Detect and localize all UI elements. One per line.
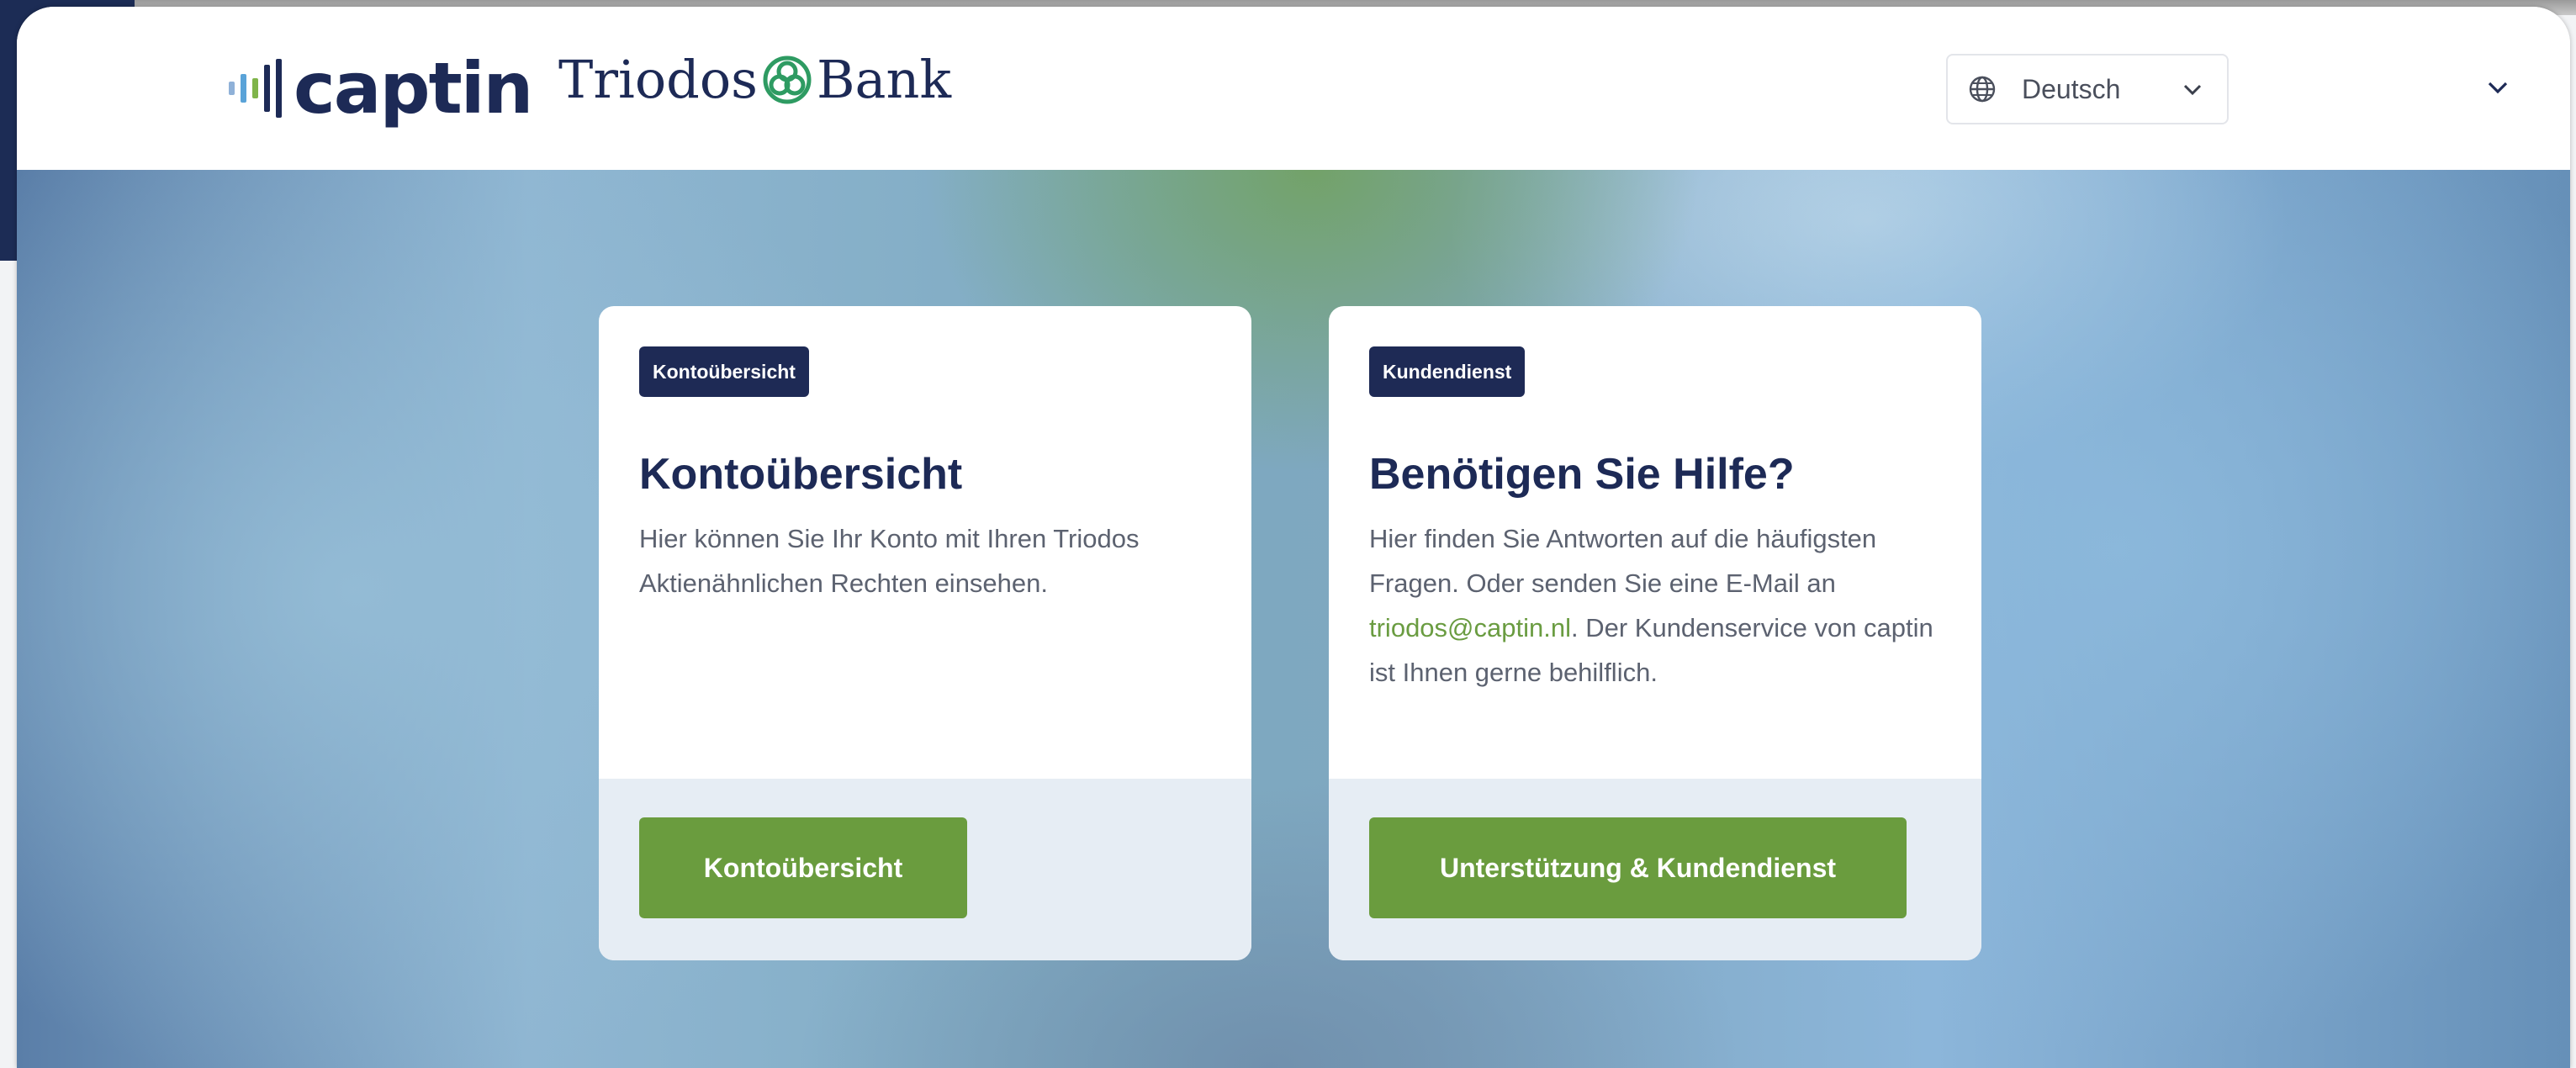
triodos-logo-text: Triodos (558, 49, 758, 110)
card-title: Kontoübersicht (639, 450, 963, 499)
language-select-value: Deutsch (2022, 73, 2121, 104)
language-select[interactable]: Deutsch (1946, 54, 2229, 124)
account-overview-button[interactable]: Kontoübersicht (639, 817, 967, 918)
chevron-down-icon (2183, 84, 2202, 96)
card-title: Benötigen Sie Hilfe? (1369, 450, 1795, 499)
header-menu-toggle[interactable] (2484, 74, 2511, 104)
customer-service-card: Kundendienst Benötigen Sie Hilfe? Hier f… (1329, 306, 1981, 960)
site-header: captin Triodos Bank Deutsch (17, 7, 2570, 170)
hero-section: Kontoübersicht Kontoübersicht Hier könne… (17, 170, 2570, 1068)
support-email-link[interactable]: triodos@captin.nl (1369, 613, 1571, 642)
account-overview-card: Kontoübersicht Kontoübersicht Hier könne… (599, 306, 1251, 960)
bank-logo-text: Bank (816, 49, 952, 110)
captin-logo-wordmark: captin (294, 47, 533, 130)
page-frame: captin Triodos Bank Deutsch Kontoübersic… (17, 7, 2570, 1068)
card-description: Hier können Sie Ihr Konto mit Ihren Trio… (639, 524, 1140, 598)
triodos-bank-logo[interactable]: Triodos Bank (558, 49, 951, 110)
card-description-text: Hier finden Sie Antworten auf die häufig… (1369, 524, 1877, 598)
globe-icon (1969, 76, 1996, 103)
triodos-emblem-icon (763, 56, 812, 103)
captin-logo[interactable]: captin (229, 47, 533, 130)
card-badge: Kontoübersicht (639, 346, 809, 397)
captin-logo-mark (229, 59, 282, 118)
card-badge: Kundendienst (1369, 346, 1526, 397)
card-description: Hier finden Sie Antworten auf die häufig… (1369, 516, 1958, 695)
chevron-down-icon (2488, 82, 2508, 94)
support-button[interactable]: Unterstützung & Kundendienst (1369, 817, 1907, 918)
